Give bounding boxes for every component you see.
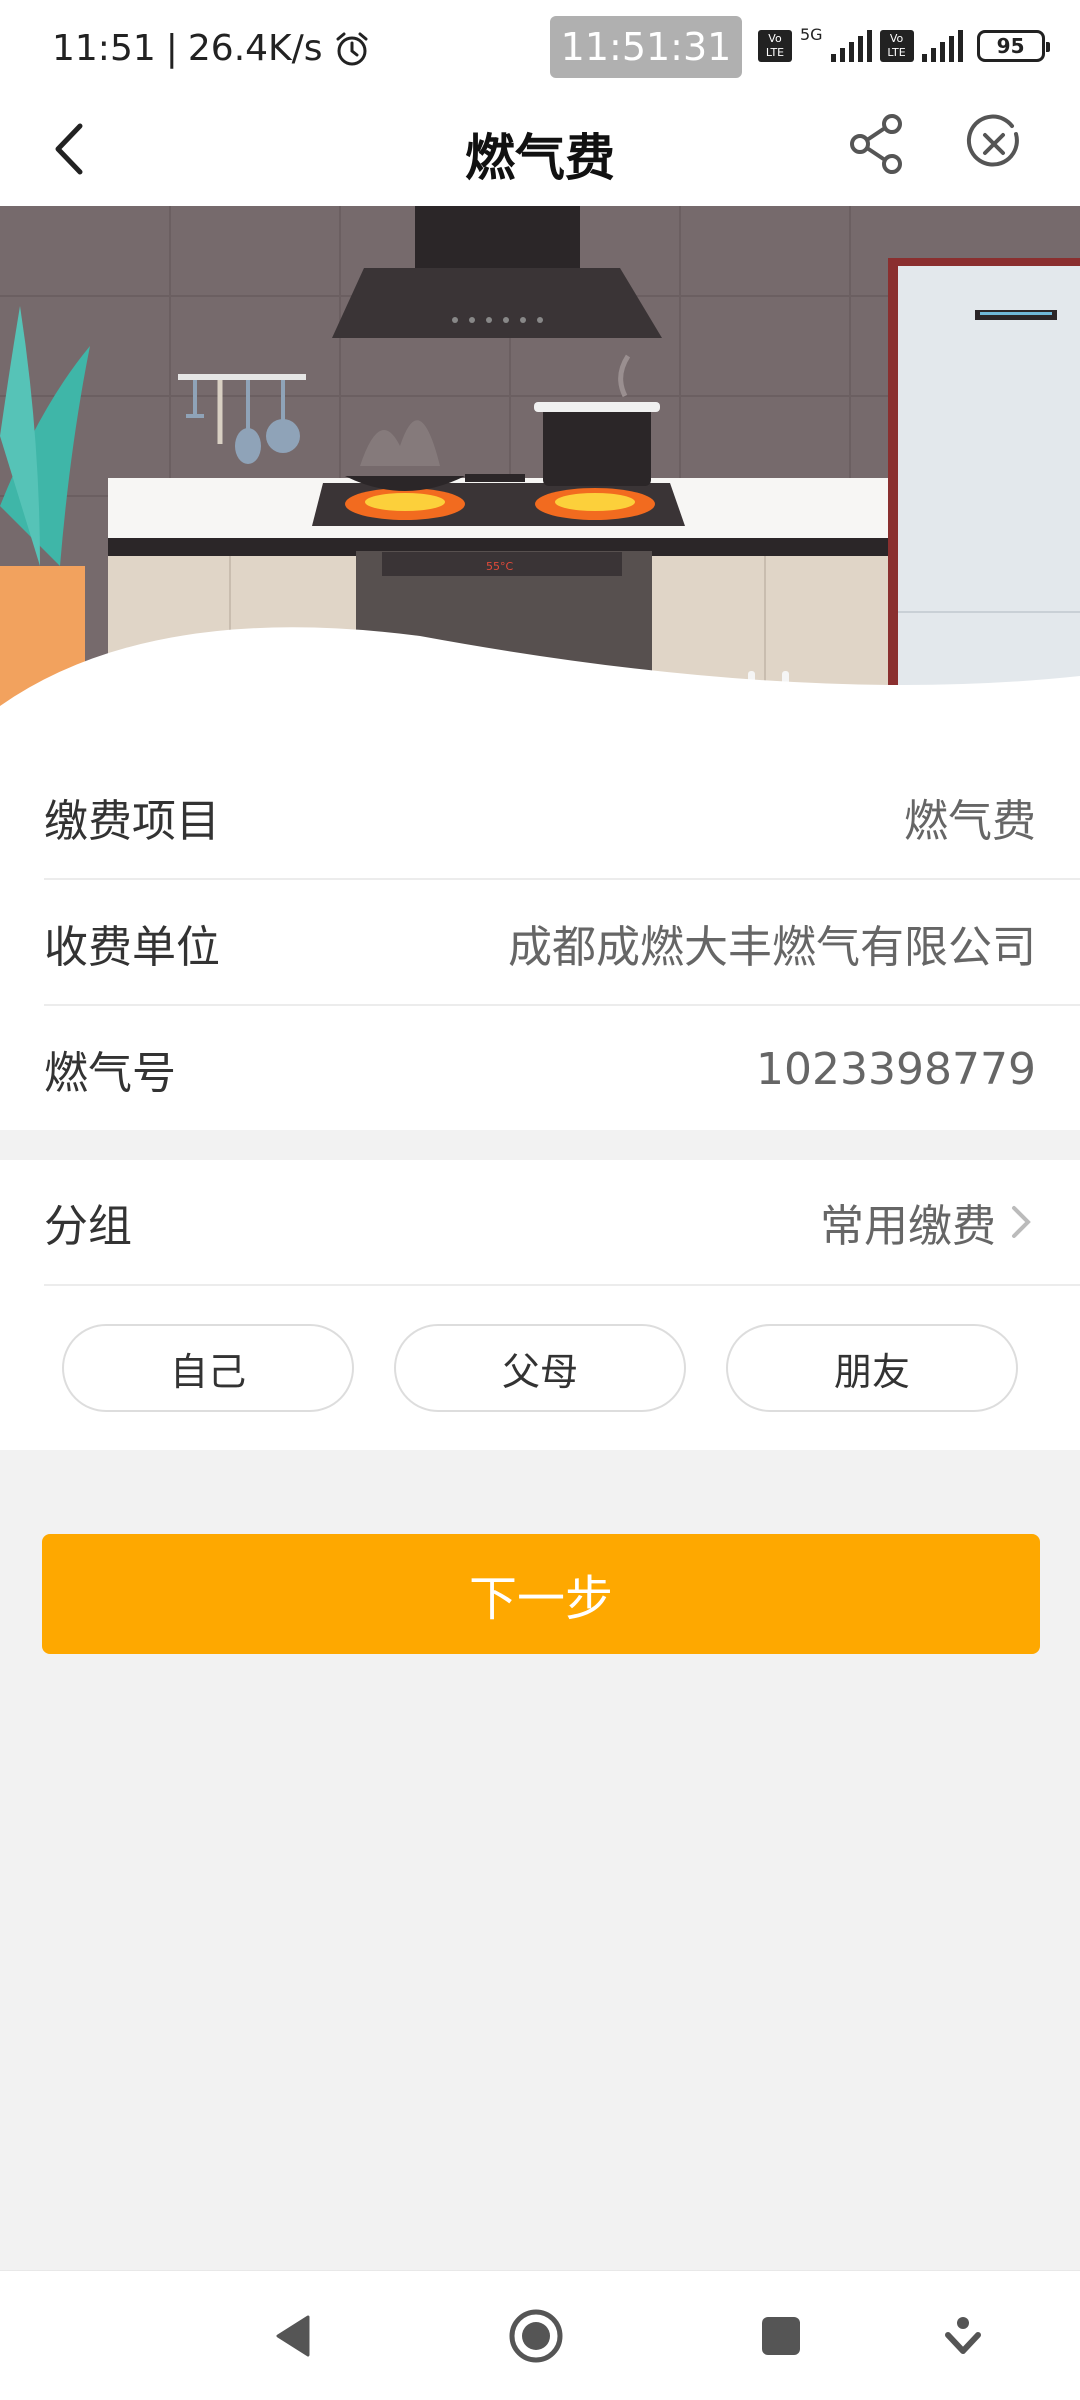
group-label: 分组 — [44, 1201, 132, 1252]
app-header: 燃气费 — [0, 96, 1080, 206]
status-net-speed: 26.4K/s — [187, 28, 323, 69]
share-icon — [850, 114, 902, 174]
info-card: 缴费项目 燃气费 收费单位 成都成燃大丰燃气有限公司 燃气号 102339877… — [0, 754, 1080, 1130]
info-row-value: 成都成燃大丰燃气有限公司 — [508, 922, 1036, 973]
battery-level: 95 — [996, 34, 1025, 58]
kitchen-banner: 55°C — [0, 206, 1080, 754]
group-value-area: 常用缴费 — [820, 1190, 1036, 1254]
status-left: 11:51 | 26.4K/s — [52, 28, 371, 69]
share-button[interactable] — [846, 112, 910, 176]
signal-icon-2 — [921, 30, 963, 62]
down-arrow-icon — [945, 2317, 981, 2354]
info-row-item: 缴费项目 燃气费 — [44, 754, 1036, 880]
group-option-parents[interactable]: 父母 — [394, 1324, 686, 1412]
volte-icon: Vo LTE — [758, 30, 792, 62]
info-row-label: 缴费项目 — [44, 796, 220, 847]
status-bar: 11:51 | 26.4K/s 11:51:31 Vo LTE 5G Vo LT… — [0, 0, 1080, 96]
kitchen-illustration: 55°C — [0, 206, 1080, 754]
group-card: 分组 常用缴费 自己 父母 朋友 — [0, 1160, 1080, 1450]
signal-icon — [830, 30, 872, 62]
close-circle-icon — [966, 114, 1019, 167]
info-row-value: 燃气费 — [904, 796, 1036, 847]
triangle-back-icon — [276, 2315, 310, 2357]
info-row-account: 燃气号 1023398779 — [44, 1006, 1036, 1132]
status-time: 11:51 — [52, 28, 156, 69]
group-options: 自己 父母 朋友 — [62, 1324, 1018, 1412]
volte-icon-2: Vo LTE — [879, 30, 914, 62]
group-value: 常用缴费 — [820, 1201, 996, 1252]
nav-back-button[interactable] — [258, 2301, 328, 2371]
group-option-self[interactable]: 自己 — [62, 1324, 354, 1412]
network-type: 5G — [800, 24, 823, 44]
info-row-label: 收费单位 — [44, 922, 220, 973]
nav-home-button[interactable] — [501, 2301, 571, 2371]
close-button[interactable] — [962, 112, 1026, 176]
divider — [44, 1284, 1080, 1286]
status-separator: | — [165, 28, 178, 69]
info-row-value: 1023398779 — [756, 1043, 1036, 1095]
info-row-label: 燃气号 — [44, 1048, 176, 1099]
clock-overlay: 11:51:31 — [550, 16, 742, 78]
circle-home-icon — [509, 2309, 563, 2363]
page-title: 燃气费 — [465, 129, 615, 187]
group-selector[interactable]: 分组 常用缴费 — [44, 1160, 1036, 1284]
next-button[interactable]: 下一步 — [42, 1534, 1040, 1654]
status-right: Vo LTE 5G Vo LTE 95 — [758, 25, 1050, 62]
nav-extra-button[interactable] — [928, 2301, 998, 2371]
group-option-friends[interactable]: 朋友 — [726, 1324, 1018, 1412]
nav-recent-button[interactable] — [746, 2301, 816, 2371]
info-row-payee: 收费单位 成都成燃大丰燃气有限公司 — [44, 880, 1036, 1006]
system-nav-bar — [0, 2270, 1080, 2400]
alarm-icon — [336, 32, 368, 65]
battery-icon: 95 — [976, 30, 1050, 62]
svg-text:55°C: 55°C — [486, 560, 513, 573]
square-recent-icon — [762, 2317, 800, 2355]
chevron-right-icon — [1012, 1206, 1031, 1238]
